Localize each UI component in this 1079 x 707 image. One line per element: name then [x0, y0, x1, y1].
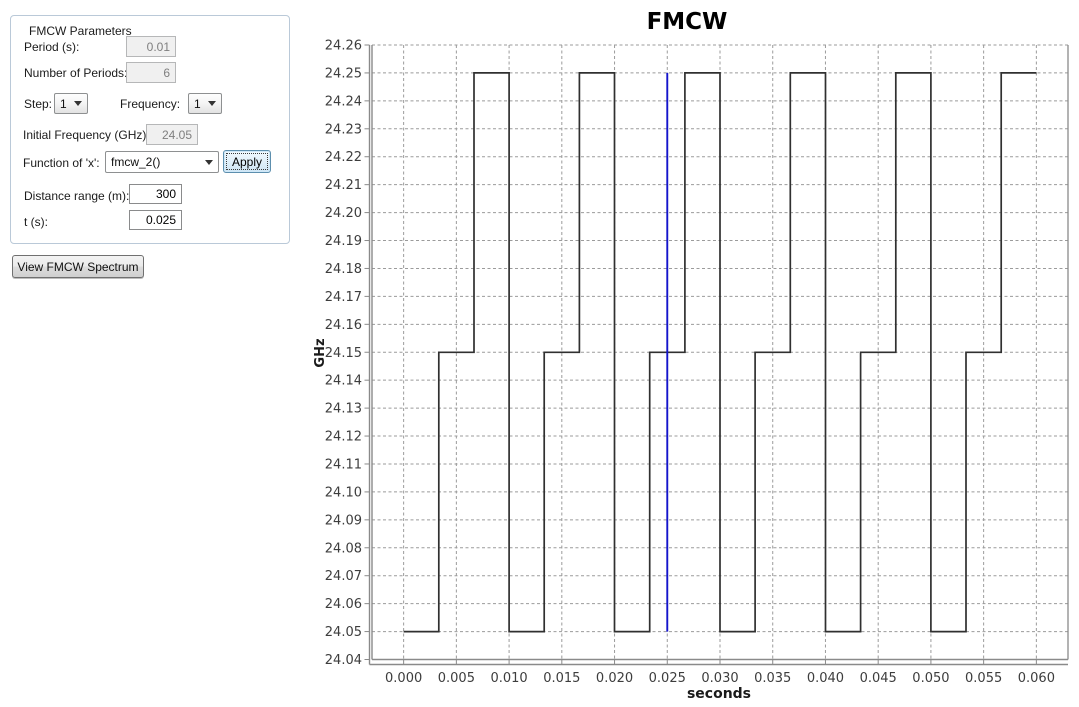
x-tick-label: 0.000: [385, 671, 422, 686]
y-tick-label: 24.05: [325, 625, 362, 640]
y-tick-label: 24.25: [325, 66, 362, 81]
y-tick-label: 24.10: [325, 485, 362, 500]
y-tick-label: 24.14: [325, 374, 362, 389]
y-tick-label: 24.12: [325, 430, 362, 445]
y-tick-label: 24.19: [325, 234, 362, 249]
x-tick-label: 0.040: [807, 671, 844, 686]
y-tick-label: 24.08: [325, 541, 362, 556]
y-tick-label: 24.20: [325, 206, 362, 221]
fmcw-application-window: { "panel": { "title": "FMCW Parameters",…: [0, 0, 1079, 707]
x-tick-label: 0.025: [649, 671, 686, 686]
x-tick-label: 0.005: [438, 671, 475, 686]
y-tick-label: 24.11: [325, 457, 362, 472]
x-tick-label: 0.015: [543, 671, 580, 686]
y-tick-label: 24.16: [325, 318, 362, 333]
y-tick-label: 24.06: [325, 597, 362, 612]
x-tick-label: 0.035: [754, 671, 791, 686]
y-tick-label: 24.09: [325, 513, 362, 528]
y-tick-label: 24.18: [325, 262, 362, 277]
y-tick-label: 24.23: [325, 122, 362, 137]
x-tick-label: 0.020: [596, 671, 633, 686]
y-tick-label: 24.17: [325, 290, 362, 305]
x-tick-label: 0.055: [965, 671, 1002, 686]
x-tick-label: 0.045: [860, 671, 897, 686]
y-tick-label: 24.24: [325, 94, 362, 109]
x-tick-label: 0.010: [490, 671, 527, 686]
y-tick-label: 24.22: [325, 150, 362, 165]
y-tick-label: 24.26: [325, 39, 362, 54]
x-tick-label: 0.060: [1018, 671, 1055, 686]
fmcw-chart-canvas[interactable]: 0.000 0.005 0.010 0.015 0.020 0.025 0.030 0.035…: [0, 0, 1079, 707]
x-tick-label: 0.030: [701, 671, 738, 686]
y-tick-label: 24.13: [325, 402, 362, 417]
x-tick-label: 0.050: [912, 671, 949, 686]
y-tick-label: 24.21: [325, 178, 362, 193]
y-tick-label: 24.15: [325, 346, 362, 361]
y-tick-label: 24.07: [325, 569, 362, 584]
y-tick-label: 24.04: [325, 653, 362, 668]
